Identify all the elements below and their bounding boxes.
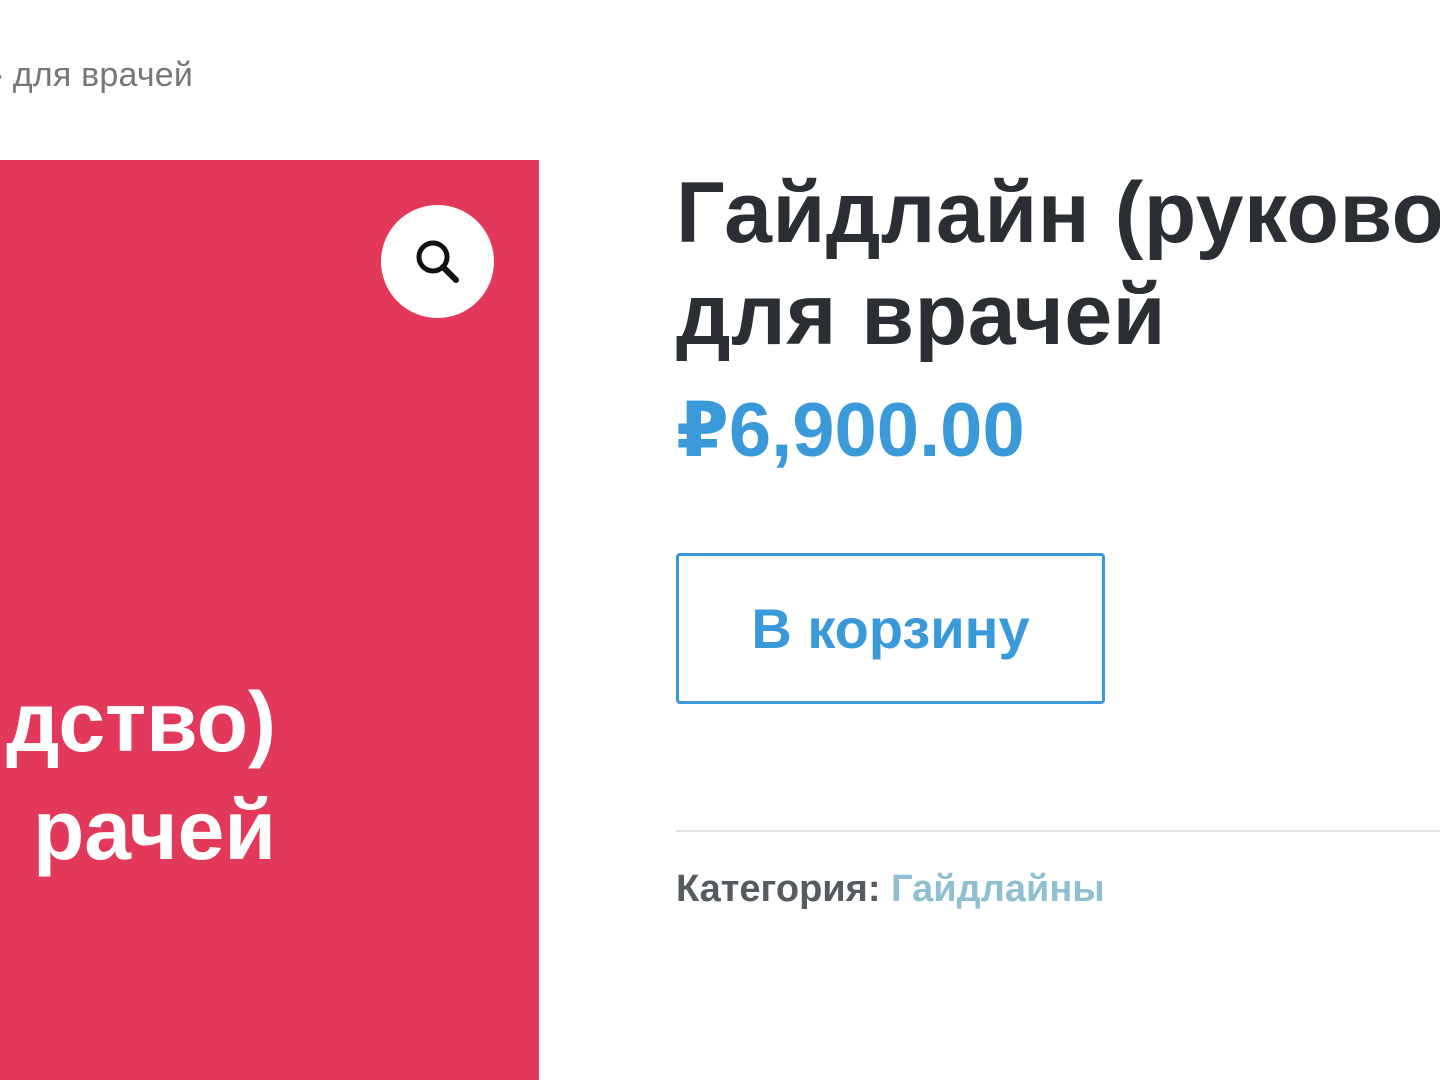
divider: [676, 830, 1440, 832]
product-price: ₽6,900.00: [676, 388, 1025, 473]
magnifier-icon: [416, 240, 459, 283]
product-image-caption-line: дство): [6, 675, 276, 769]
product-image-caption: дство) рачей: [6, 668, 276, 884]
category-label: Категория:: [676, 868, 892, 910]
product-meta: Категория: Гайдлайны: [676, 866, 1105, 912]
add-to-cart-button[interactable]: В корзину: [676, 553, 1105, 704]
product-title: Гайдлайн (руково для врачей: [676, 162, 1440, 366]
category-link[interactable]: Гайдлайны: [891, 868, 1105, 910]
product-title-line: Гайдлайн (руково: [676, 165, 1440, 261]
breadcrumb: » для врачей: [0, 56, 193, 95]
product-title-line: для врачей: [676, 267, 1167, 363]
image-zoom-button[interactable]: [381, 205, 494, 318]
product-page: » для врачей дство) рачей Гайдлайн (руко…: [0, 0, 1440, 1080]
breadcrumb-current: » для врачей: [0, 56, 194, 94]
product-image-caption-line: рачей: [32, 783, 276, 877]
